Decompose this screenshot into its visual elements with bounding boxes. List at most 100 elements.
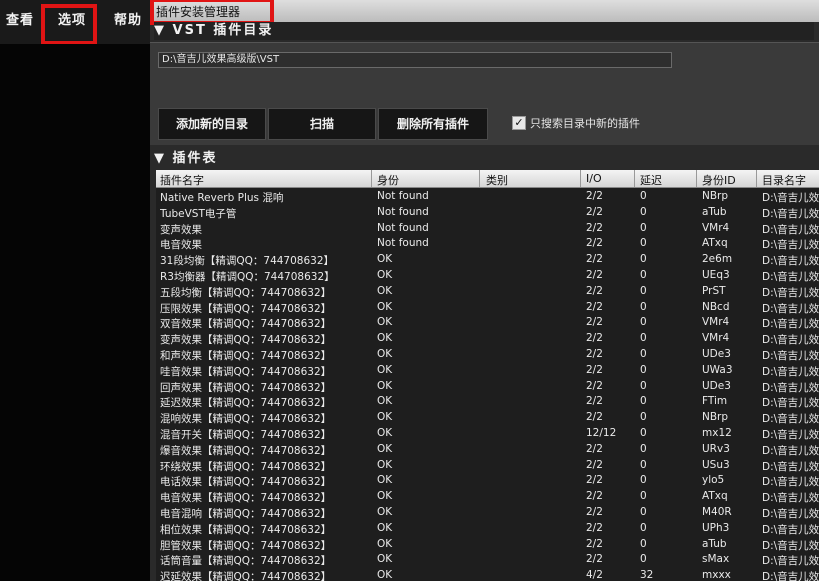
plugin-latency-cell: 0 xyxy=(640,458,647,471)
vst-path-field[interactable]: D:\音吉儿效果高级版\VST xyxy=(158,52,672,68)
table-row[interactable]: 和声效果【精调QQ：744708632】 OK 2/2 0 UDe3 D:\音吉儿效 xyxy=(156,347,819,363)
plugin-id-cell: URv3 xyxy=(702,442,730,455)
table-row[interactable]: 混响效果【精调QQ：744708632】 OK 2/2 0 NBrp D:\音吉儿效 xyxy=(156,410,819,426)
plugin-id-cell: 2e6m xyxy=(702,253,733,266)
table-row[interactable]: 回声效果【精调QQ：744708632】 OK 2/2 0 UDe3 D:\音吉儿效 xyxy=(156,379,819,395)
table-row[interactable]: 延迟效果【精调QQ：744708632】 OK 2/2 0 FTim D:\音吉儿效 xyxy=(156,394,819,410)
table-row[interactable]: 胆管效果【精调QQ：744708632】 OK 2/2 0 aTub D:\音吉儿效 xyxy=(156,537,819,553)
table-row[interactable]: 双音效果【精调QQ：744708632】 OK 2/2 0 VMr4 D:\音吉儿效 xyxy=(156,315,819,331)
table-row[interactable]: TubeVST电子管 Not found 2/2 0 aTub D:\音吉儿效 xyxy=(156,205,819,221)
plugin-io-cell: 2/2 xyxy=(586,284,603,297)
plugin-directory-cell: D:\音吉儿效 xyxy=(762,302,819,315)
table-row[interactable]: 电音效果 Not found 2/2 0 ATxq D:\音吉儿效 xyxy=(156,236,819,252)
plugin-name-cell: 迟延效果【精调QQ：744708632】 xyxy=(160,571,332,581)
plugin-directory-cell: D:\音吉儿效 xyxy=(762,318,819,331)
table-row[interactable]: 相位效果【精调QQ：744708632】 OK 2/2 0 UPh3 D:\音吉儿效 xyxy=(156,521,819,537)
plugin-latency-cell: 32 xyxy=(640,569,654,581)
add-directory-button[interactable]: 添加新的目录 xyxy=(158,108,266,140)
plugin-status-cell: OK xyxy=(377,537,393,550)
table-row[interactable]: 哇音效果【精调QQ：744708632】 OK 2/2 0 UWa3 D:\音吉儿效 xyxy=(156,363,819,379)
table-row[interactable]: 爆音效果【精调QQ：744708632】 OK 2/2 0 URv3 D:\音吉儿效 xyxy=(156,442,819,458)
menu-view[interactable]: 查看 xyxy=(6,9,34,28)
plugin-name-cell: 话筒音量【精调QQ：744708632】 xyxy=(160,555,332,568)
plugin-name-cell: 电话效果【精调QQ：744708632】 xyxy=(160,476,332,489)
plugin-latency-cell: 0 xyxy=(640,379,647,392)
table-row[interactable]: 五段均衡【精调QQ：744708632】 OK 2/2 0 PrST D:\音吉儿效 xyxy=(156,284,819,300)
plugin-io-cell: 2/2 xyxy=(586,506,603,518)
plugin-io-cell: 4/2 xyxy=(586,569,603,581)
column-divider[interactable] xyxy=(634,170,635,187)
column-divider[interactable] xyxy=(580,170,581,187)
remove-all-plugins-button[interactable]: 删除所有插件 xyxy=(378,108,488,140)
plugin-directory-cell: D:\音吉儿效 xyxy=(762,444,819,457)
new-only-checkbox[interactable]: ✓ xyxy=(512,116,526,130)
column-header-category[interactable]: 类别 xyxy=(486,172,508,188)
column-divider[interactable] xyxy=(371,170,372,187)
table-row[interactable]: 迟延效果【精调QQ：744708632】 OK 4/2 32 mxxx D:\音吉儿效 xyxy=(156,568,819,581)
plugin-status-cell: OK xyxy=(377,474,393,487)
plugin-latency-cell: 0 xyxy=(640,521,647,534)
plugin-directory-cell: D:\音吉儿效 xyxy=(762,334,819,347)
plugin-table: 插件名字 身份 类别 I/O 延迟 身份ID 目录名字 Native Rever… xyxy=(156,170,819,581)
table-row[interactable]: 变声效果 Not found 2/2 0 VMr4 D:\音吉儿效 xyxy=(156,221,819,237)
column-divider[interactable] xyxy=(696,170,697,187)
plugin-id-cell: aTub xyxy=(702,205,727,218)
plugin-table-section-header[interactable]: ▼ 插件表 xyxy=(154,147,218,166)
table-row[interactable]: 变声效果【精调QQ：744708632】 OK 2/2 0 VMr4 D:\音吉儿效 xyxy=(156,331,819,347)
plugin-status-cell: OK xyxy=(377,427,393,439)
plugin-directory-cell: D:\音吉儿效 xyxy=(762,429,819,441)
column-header-name[interactable]: 插件名字 xyxy=(160,172,204,188)
table-row[interactable]: 31段均衡【精调QQ：744708632】 OK 2/2 0 2e6m D:\音吉儿效 xyxy=(156,252,819,268)
table-row[interactable]: 混音开关【精调QQ：744708632】 OK 12/12 0 mx12 D:\音吉儿效 xyxy=(156,426,819,442)
table-row[interactable]: Native Reverb Plus 混响 Not found 2/2 0 NBrp D:… xyxy=(156,189,819,205)
plugin-latency-cell: 0 xyxy=(640,442,647,455)
plugin-latency-cell: 0 xyxy=(640,190,647,202)
column-divider[interactable] xyxy=(479,170,480,187)
column-header-directory[interactable]: 目录名字 xyxy=(762,172,806,188)
column-header-latency[interactable]: 延迟 xyxy=(640,172,662,188)
plugin-name-cell: 和声效果【精调QQ：744708632】 xyxy=(160,350,332,362)
table-row[interactable]: R3均衡器【精调QQ：744708632】 OK 2/2 0 UEq3 D:\音吉儿效 xyxy=(156,268,819,284)
plugin-latency-cell: 0 xyxy=(640,221,647,234)
column-header-status[interactable]: 身份 xyxy=(377,172,399,188)
plugin-io-cell: 2/2 xyxy=(586,221,603,234)
plugin-io-cell: 2/2 xyxy=(586,411,603,424)
column-header-id[interactable]: 身份ID xyxy=(702,172,736,188)
table-row[interactable]: 环绕效果【精调QQ：744708632】 OK 2/2 0 USu3 D:\音吉儿效 xyxy=(156,458,819,474)
plugin-io-cell: 2/2 xyxy=(586,190,603,202)
scan-button[interactable]: 扫描 xyxy=(268,108,376,140)
plugin-io-cell: 2/2 xyxy=(586,348,603,360)
plugin-latency-cell: 0 xyxy=(640,411,647,424)
plugin-directory-cell: D:\音吉儿效 xyxy=(762,539,819,552)
table-row[interactable]: 电话效果【精调QQ：744708632】 OK 2/2 0 ylo5 D:\音吉儿效 xyxy=(156,473,819,489)
plugin-name-cell: 环绕效果【精调QQ：744708632】 xyxy=(160,460,332,473)
plugin-latency-cell: 0 xyxy=(640,205,647,218)
plugin-status-cell: OK xyxy=(377,395,393,408)
table-row[interactable]: 压限效果【精调QQ：744708632】 OK 2/2 0 NBcd D:\音吉儿效 xyxy=(156,300,819,316)
plugin-id-cell: VMr4 xyxy=(702,332,730,345)
plugin-latency-cell: 0 xyxy=(640,490,647,503)
title-bar: 插件安装管理器 xyxy=(150,0,819,25)
plugin-directory-cell: D:\音吉儿效 xyxy=(762,207,819,220)
plugin-latency-cell: 0 xyxy=(640,332,647,345)
plugin-manager-window: 插件安装管理器 ▼ VST 插件目录 D:\音吉儿效果高级版\VST 添加新的目… xyxy=(150,0,819,581)
column-divider[interactable] xyxy=(756,170,757,187)
plugin-id-cell: sMax xyxy=(702,553,730,566)
table-row[interactable]: 电音混响【精调QQ：744708632】 OK 2/2 0 M40R D:\音吉儿效 xyxy=(156,505,819,521)
plugin-name-cell: 胆管效果【精调QQ：744708632】 xyxy=(160,539,332,552)
table-row[interactable]: 话筒音量【精调QQ：744708632】 OK 2/2 0 sMax D:\音吉儿效 xyxy=(156,552,819,568)
plugin-status-cell: Not found xyxy=(377,190,429,202)
plugin-latency-cell: 0 xyxy=(640,553,647,566)
plugin-name-cell: 31段均衡【精调QQ：744708632】 xyxy=(160,255,335,268)
vst-section-header[interactable]: ▼ VST 插件目录 xyxy=(154,22,814,40)
plugin-io-cell: 12/12 xyxy=(586,427,617,439)
plugin-status-cell: OK xyxy=(377,379,393,392)
plugin-id-cell: aTub xyxy=(702,537,727,550)
plugin-io-cell: 2/2 xyxy=(586,363,603,376)
plugin-directory-cell: D:\音吉儿效 xyxy=(762,381,819,394)
plugin-status-cell: OK xyxy=(377,506,393,518)
column-header-io[interactable]: I/O xyxy=(586,172,602,185)
table-row[interactable]: 电音效果【精调QQ：744708632】 OK 2/2 0 ATxq D:\音吉儿效 xyxy=(156,489,819,505)
menu-help[interactable]: 帮助 xyxy=(114,9,142,28)
plugin-directory-cell: D:\音吉儿效 xyxy=(762,508,819,520)
